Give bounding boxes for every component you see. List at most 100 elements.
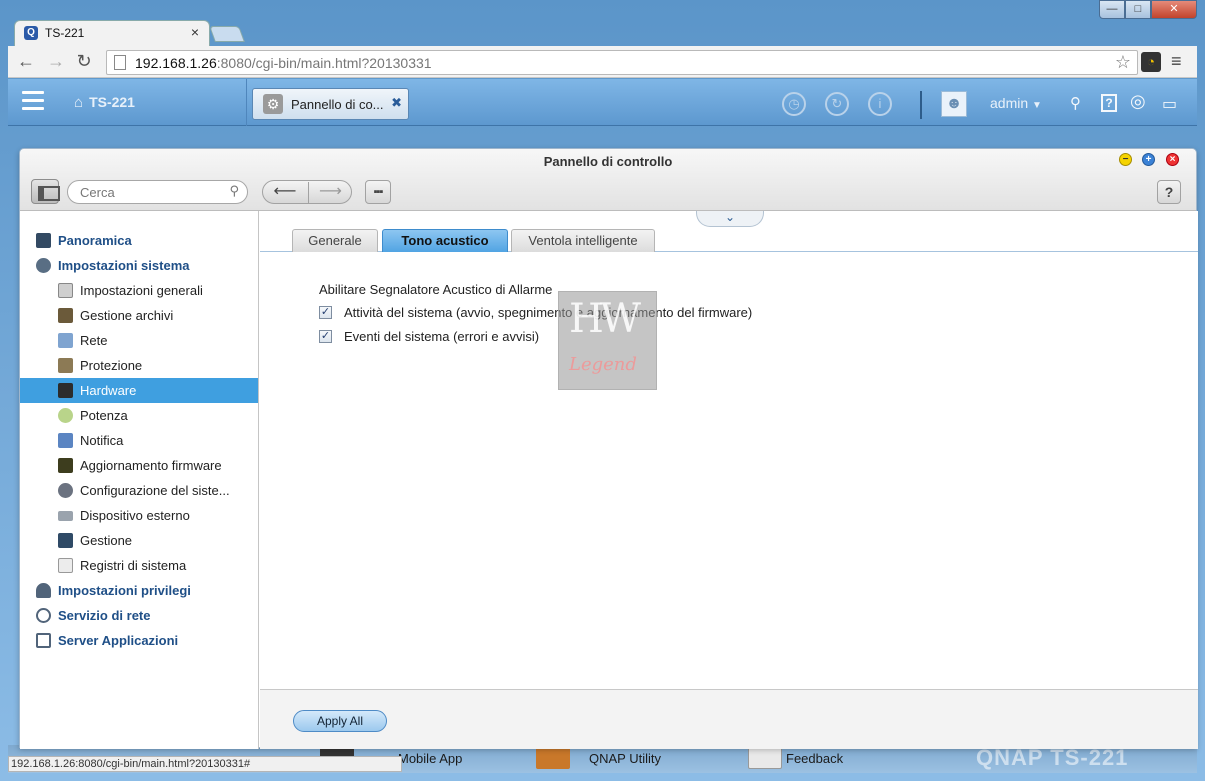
sidebar-item-dispositivo-esterno[interactable]: Dispositivo esterno xyxy=(20,503,258,528)
drive-icon xyxy=(58,511,73,521)
sidebar: Panoramica Impostazioni sistema Impostaz… xyxy=(20,211,259,749)
maximize-button[interactable]: □ xyxy=(1125,0,1151,19)
clock-icon[interactable]: ◷ xyxy=(782,92,806,116)
info-icon[interactable]: i xyxy=(868,92,892,116)
monitor-icon[interactable]: ▭ xyxy=(1162,94,1177,114)
browser-toolbar: ← → ↻ 192.168.1.26:8080/cgi-bin/main.htm… xyxy=(8,46,1197,78)
forward-button[interactable]: ⟶ xyxy=(308,182,352,203)
new-tab-button[interactable] xyxy=(209,26,245,42)
globe-icon[interactable]: ◎ xyxy=(1130,91,1146,112)
minimize-button[interactable]: — xyxy=(1099,0,1125,19)
search-icon[interactable]: ⚲ xyxy=(1070,94,1081,112)
sidebar-item-label: Registri di sistema xyxy=(80,558,187,573)
sidebar-item-gestione[interactable]: Gestione xyxy=(20,528,258,553)
sidebar-item-configurazione[interactable]: Configurazione del siste... xyxy=(20,478,258,503)
network-icon xyxy=(58,333,73,348)
apply-all-button[interactable]: Apply All xyxy=(293,710,387,732)
sidebar-item-aggiornamento-firmware[interactable]: Aggiornamento firmware xyxy=(20,453,258,478)
window-close-icon[interactable]: × xyxy=(1166,153,1179,166)
sidebar-item-rete[interactable]: Rete xyxy=(20,328,258,353)
sidebar-item-label: Rete xyxy=(80,333,108,348)
sidebar-item-label: Potenza xyxy=(80,408,128,423)
tab-ventola-intelligente[interactable]: Ventola intelligente xyxy=(511,229,655,252)
qnap-topbar: ⌂ TS-221 ⚙ Pannello di co... ✖ ◷ ↻ i ☻ ad… xyxy=(8,79,1197,126)
apps-grid-button[interactable]: ▪▪▪ xyxy=(365,180,391,204)
sidebar-item-panoramica[interactable]: Panoramica xyxy=(20,228,258,253)
sidebar-item-label: Dispositivo esterno xyxy=(80,508,190,523)
history-nav: ⟵ ⟶ xyxy=(262,180,352,204)
sidebar-item-label: Impostazioni generali xyxy=(80,283,203,298)
app-tab-close-icon[interactable]: ✖ xyxy=(391,95,402,111)
forward-arrow-icon[interactable]: → xyxy=(44,50,68,74)
bulb-icon xyxy=(58,408,73,423)
browser-tab[interactable]: Q TS-221 × xyxy=(14,20,210,46)
grid-icon xyxy=(36,233,51,248)
reload-icon[interactable]: ↻ xyxy=(72,50,96,74)
database-icon xyxy=(58,308,73,323)
help-button[interactable]: ? xyxy=(1157,180,1181,204)
control-panel-app-tab[interactable]: ⚙ Pannello di co... ✖ xyxy=(252,88,409,120)
window-maximize-icon[interactable]: + xyxy=(1142,153,1155,166)
checkbox-attivita[interactable]: ✓ xyxy=(319,306,332,319)
close-window-button[interactable]: ✕ xyxy=(1151,0,1197,19)
sidebar-item-impostazioni-sistema[interactable]: Impostazioni sistema xyxy=(20,253,258,278)
search-input[interactable] xyxy=(80,184,220,201)
feedback-label[interactable]: Feedback xyxy=(786,751,843,766)
gear-icon xyxy=(36,258,51,273)
collapse-chevron-icon[interactable]: ⌄ xyxy=(696,211,764,227)
qnap-utility-label[interactable]: QNAP Utility xyxy=(589,751,661,766)
qnap-favicon-icon: Q xyxy=(24,26,38,40)
browser-tab-title: TS-221 xyxy=(45,26,85,40)
mobile-app-label[interactable]: Mobile App xyxy=(398,751,462,766)
sidebar-item-label: Panoramica xyxy=(58,233,132,248)
globe-icon xyxy=(36,608,51,623)
checkbox-label: Eventi del sistema (errori e avvisi) xyxy=(344,329,540,344)
sidebar-item-potenza[interactable]: Potenza xyxy=(20,403,258,428)
app-tab-label: Pannello di co... xyxy=(291,97,384,112)
lock-icon xyxy=(58,358,73,373)
footer-bar: Apply All xyxy=(260,689,1198,749)
home-link[interactable]: ⌂ TS-221 xyxy=(74,94,135,111)
sidebar-item-label: Server Applicazioni xyxy=(58,633,179,648)
avatar[interactable]: ☻ xyxy=(941,91,967,117)
tab-tono-acustico[interactable]: Tono acustico xyxy=(382,229,508,252)
sidebar-item-server-applicazioni[interactable]: Server Applicazioni xyxy=(20,628,258,653)
checkbox-eventi[interactable]: ✓ xyxy=(319,330,332,343)
bookmark-star-icon[interactable]: ☆ xyxy=(1115,52,1131,73)
sidebar-item-impostazioni-generali[interactable]: Impostazioni generali xyxy=(20,278,258,303)
browser-window: Q TS-221 × — □ ✕ ← → ↻ 192.168.1.26:8080… xyxy=(0,0,1205,781)
view-toggle-button[interactable] xyxy=(31,179,60,204)
tab-bar: Generale Tono acustico Ventola intellige… xyxy=(260,229,1198,252)
monitor-icon xyxy=(58,533,73,548)
sync-icon[interactable]: ↻ xyxy=(825,92,849,116)
sidebar-item-notifica[interactable]: Notifica xyxy=(20,428,258,453)
back-button[interactable]: ⟵ xyxy=(263,182,307,203)
sidebar-item-gestione-archivi[interactable]: Gestione archivi xyxy=(20,303,258,328)
sidebar-item-label: Impostazioni sistema xyxy=(58,258,190,273)
home-label: TS-221 xyxy=(89,94,135,110)
extension-icon[interactable]: ◔ xyxy=(1141,52,1161,72)
main-menu-icon[interactable] xyxy=(22,91,44,113)
user-menu[interactable]: admin ▼ xyxy=(990,95,1042,111)
help-icon[interactable]: ? xyxy=(1101,94,1117,112)
window-minimize-icon[interactable]: − xyxy=(1119,153,1132,166)
search-field[interactable]: ⚲ xyxy=(67,180,248,204)
address-bar[interactable]: 192.168.1.26:8080/cgi-bin/main.html?2013… xyxy=(106,50,1138,75)
topbar-divider-2 xyxy=(920,91,922,119)
username: admin xyxy=(990,95,1029,111)
sidebar-item-hardware[interactable]: Hardware xyxy=(20,378,258,403)
section-title: Abilitare Segnalatore Acustico di Allarm… xyxy=(319,282,553,297)
back-arrow-icon[interactable]: ← xyxy=(14,50,38,74)
sidebar-item-label: Notifica xyxy=(80,433,124,448)
browser-menu-icon[interactable]: ≡ xyxy=(1171,51,1182,72)
status-bar-url: 192.168.1.26:8080/cgi-bin/main.html?2013… xyxy=(8,756,402,772)
settings-doc-icon xyxy=(58,283,73,298)
sidebar-item-registri[interactable]: Registri di sistema xyxy=(20,553,258,578)
sidebar-item-protezione[interactable]: Protezione xyxy=(20,353,258,378)
address-path: :8080/cgi-bin/main.html?20130331 xyxy=(216,55,432,71)
tab-generale[interactable]: Generale xyxy=(292,229,378,252)
watermark-hw-text: HW xyxy=(569,296,641,342)
tab-close-icon[interactable]: × xyxy=(191,24,199,40)
sidebar-item-impostazioni-privilegi[interactable]: Impostazioni privilegi xyxy=(20,578,258,603)
sidebar-item-servizio-di-rete[interactable]: Servizio di rete xyxy=(20,603,258,628)
